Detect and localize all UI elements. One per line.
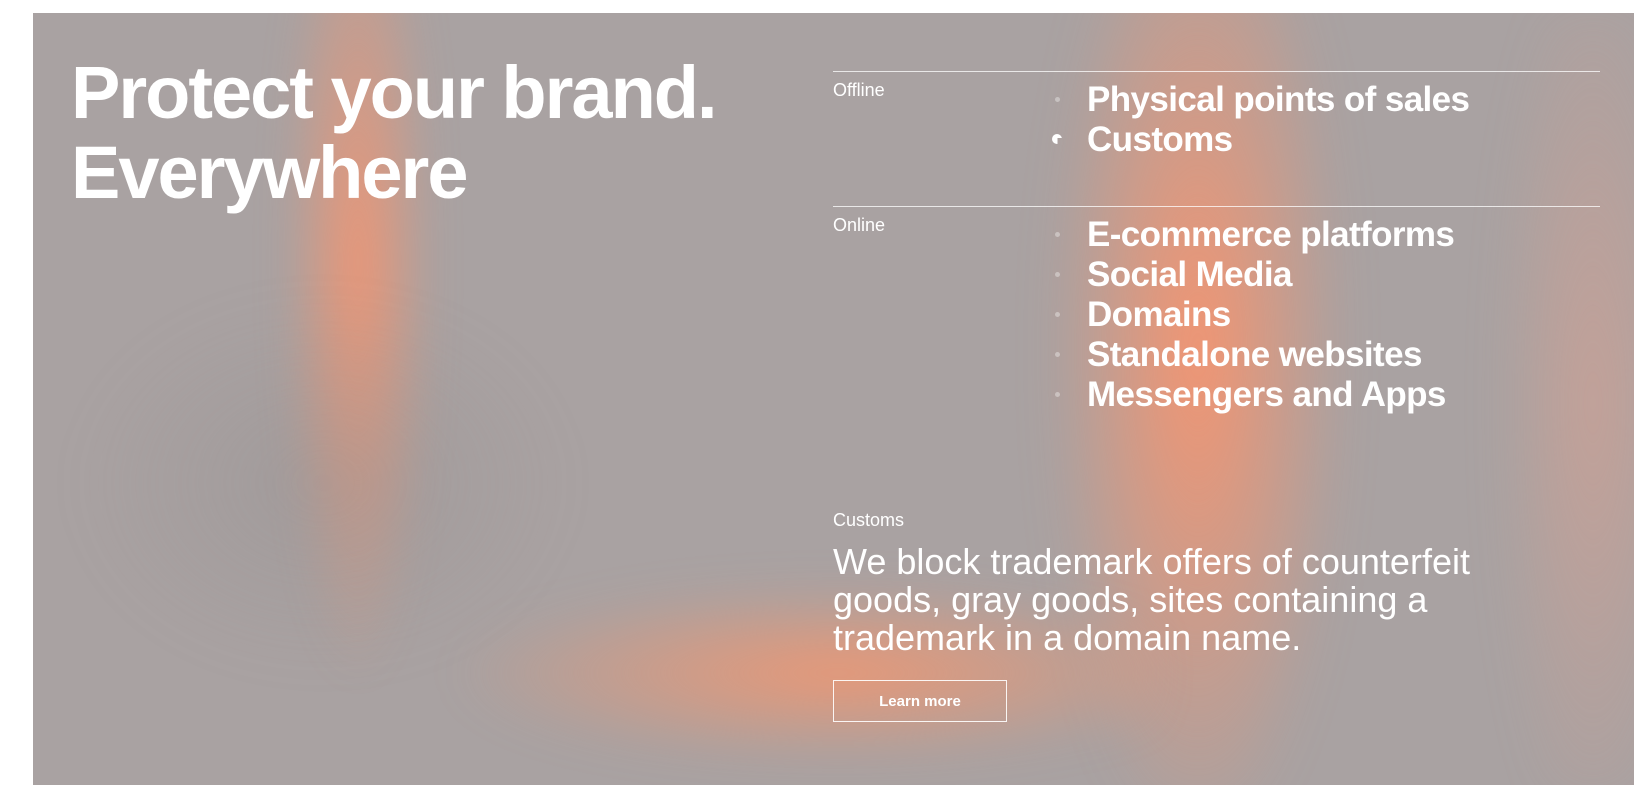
- channel-item-messengers-and-apps[interactable]: Messengers and Apps: [1055, 375, 1454, 415]
- offline-section: Offline Physical points of sales Customs: [833, 71, 1600, 159]
- active-indicator-icon: [1052, 134, 1062, 144]
- bullet-icon: [1055, 312, 1060, 317]
- channel-item-label: Customs: [1087, 120, 1233, 159]
- channel-item-label: Social Media: [1087, 255, 1292, 294]
- bullet-icon: [1055, 97, 1060, 102]
- bullet-icon: [1055, 272, 1060, 277]
- bullet-icon: [1055, 352, 1060, 357]
- detail-description: We block trademark offers of counterfeit…: [833, 541, 1470, 658]
- learn-more-button[interactable]: Learn more: [833, 680, 1007, 722]
- channel-item-label: Domains: [1087, 295, 1231, 334]
- online-section: Online E-commerce platforms Social Media…: [833, 206, 1600, 414]
- offline-channel-list: Physical points of sales Customs: [1052, 80, 1470, 160]
- channel-item-label: E-commerce platforms: [1087, 215, 1455, 254]
- headline-line-1: Protect your brand.: [71, 51, 718, 134]
- background-shade-left: [73, 293, 573, 673]
- channel-item-physical-points-of-sales[interactable]: Physical points of sales: [1055, 80, 1470, 120]
- channel-item-label: Physical points of sales: [1087, 80, 1470, 119]
- online-channel-list: E-commerce platforms Social Media Domain…: [1055, 215, 1455, 415]
- channel-item-customs[interactable]: Customs: [1052, 120, 1469, 160]
- background-glow-right-edge: [1473, 13, 1634, 785]
- channel-item-label: Standalone websites: [1087, 335, 1422, 374]
- bullet-icon: [1055, 392, 1060, 397]
- channel-item-label: Messengers and Apps: [1087, 375, 1446, 414]
- channel-item-e-commerce-platforms[interactable]: E-commerce platforms: [1055, 215, 1455, 255]
- page-headline: Protect your brand. Everywhere: [71, 51, 718, 214]
- online-section-label: Online: [833, 215, 886, 235]
- detail-label: Customs: [833, 510, 905, 530]
- headline-line-2: Everywhere: [71, 131, 468, 214]
- bullet-icon: [1055, 232, 1060, 237]
- offline-section-label: Offline: [833, 80, 885, 100]
- channel-item-domains[interactable]: Domains: [1055, 295, 1454, 335]
- channel-item-standalone-websites[interactable]: Standalone websites: [1055, 335, 1454, 375]
- channel-item-social-media[interactable]: Social Media: [1055, 255, 1454, 295]
